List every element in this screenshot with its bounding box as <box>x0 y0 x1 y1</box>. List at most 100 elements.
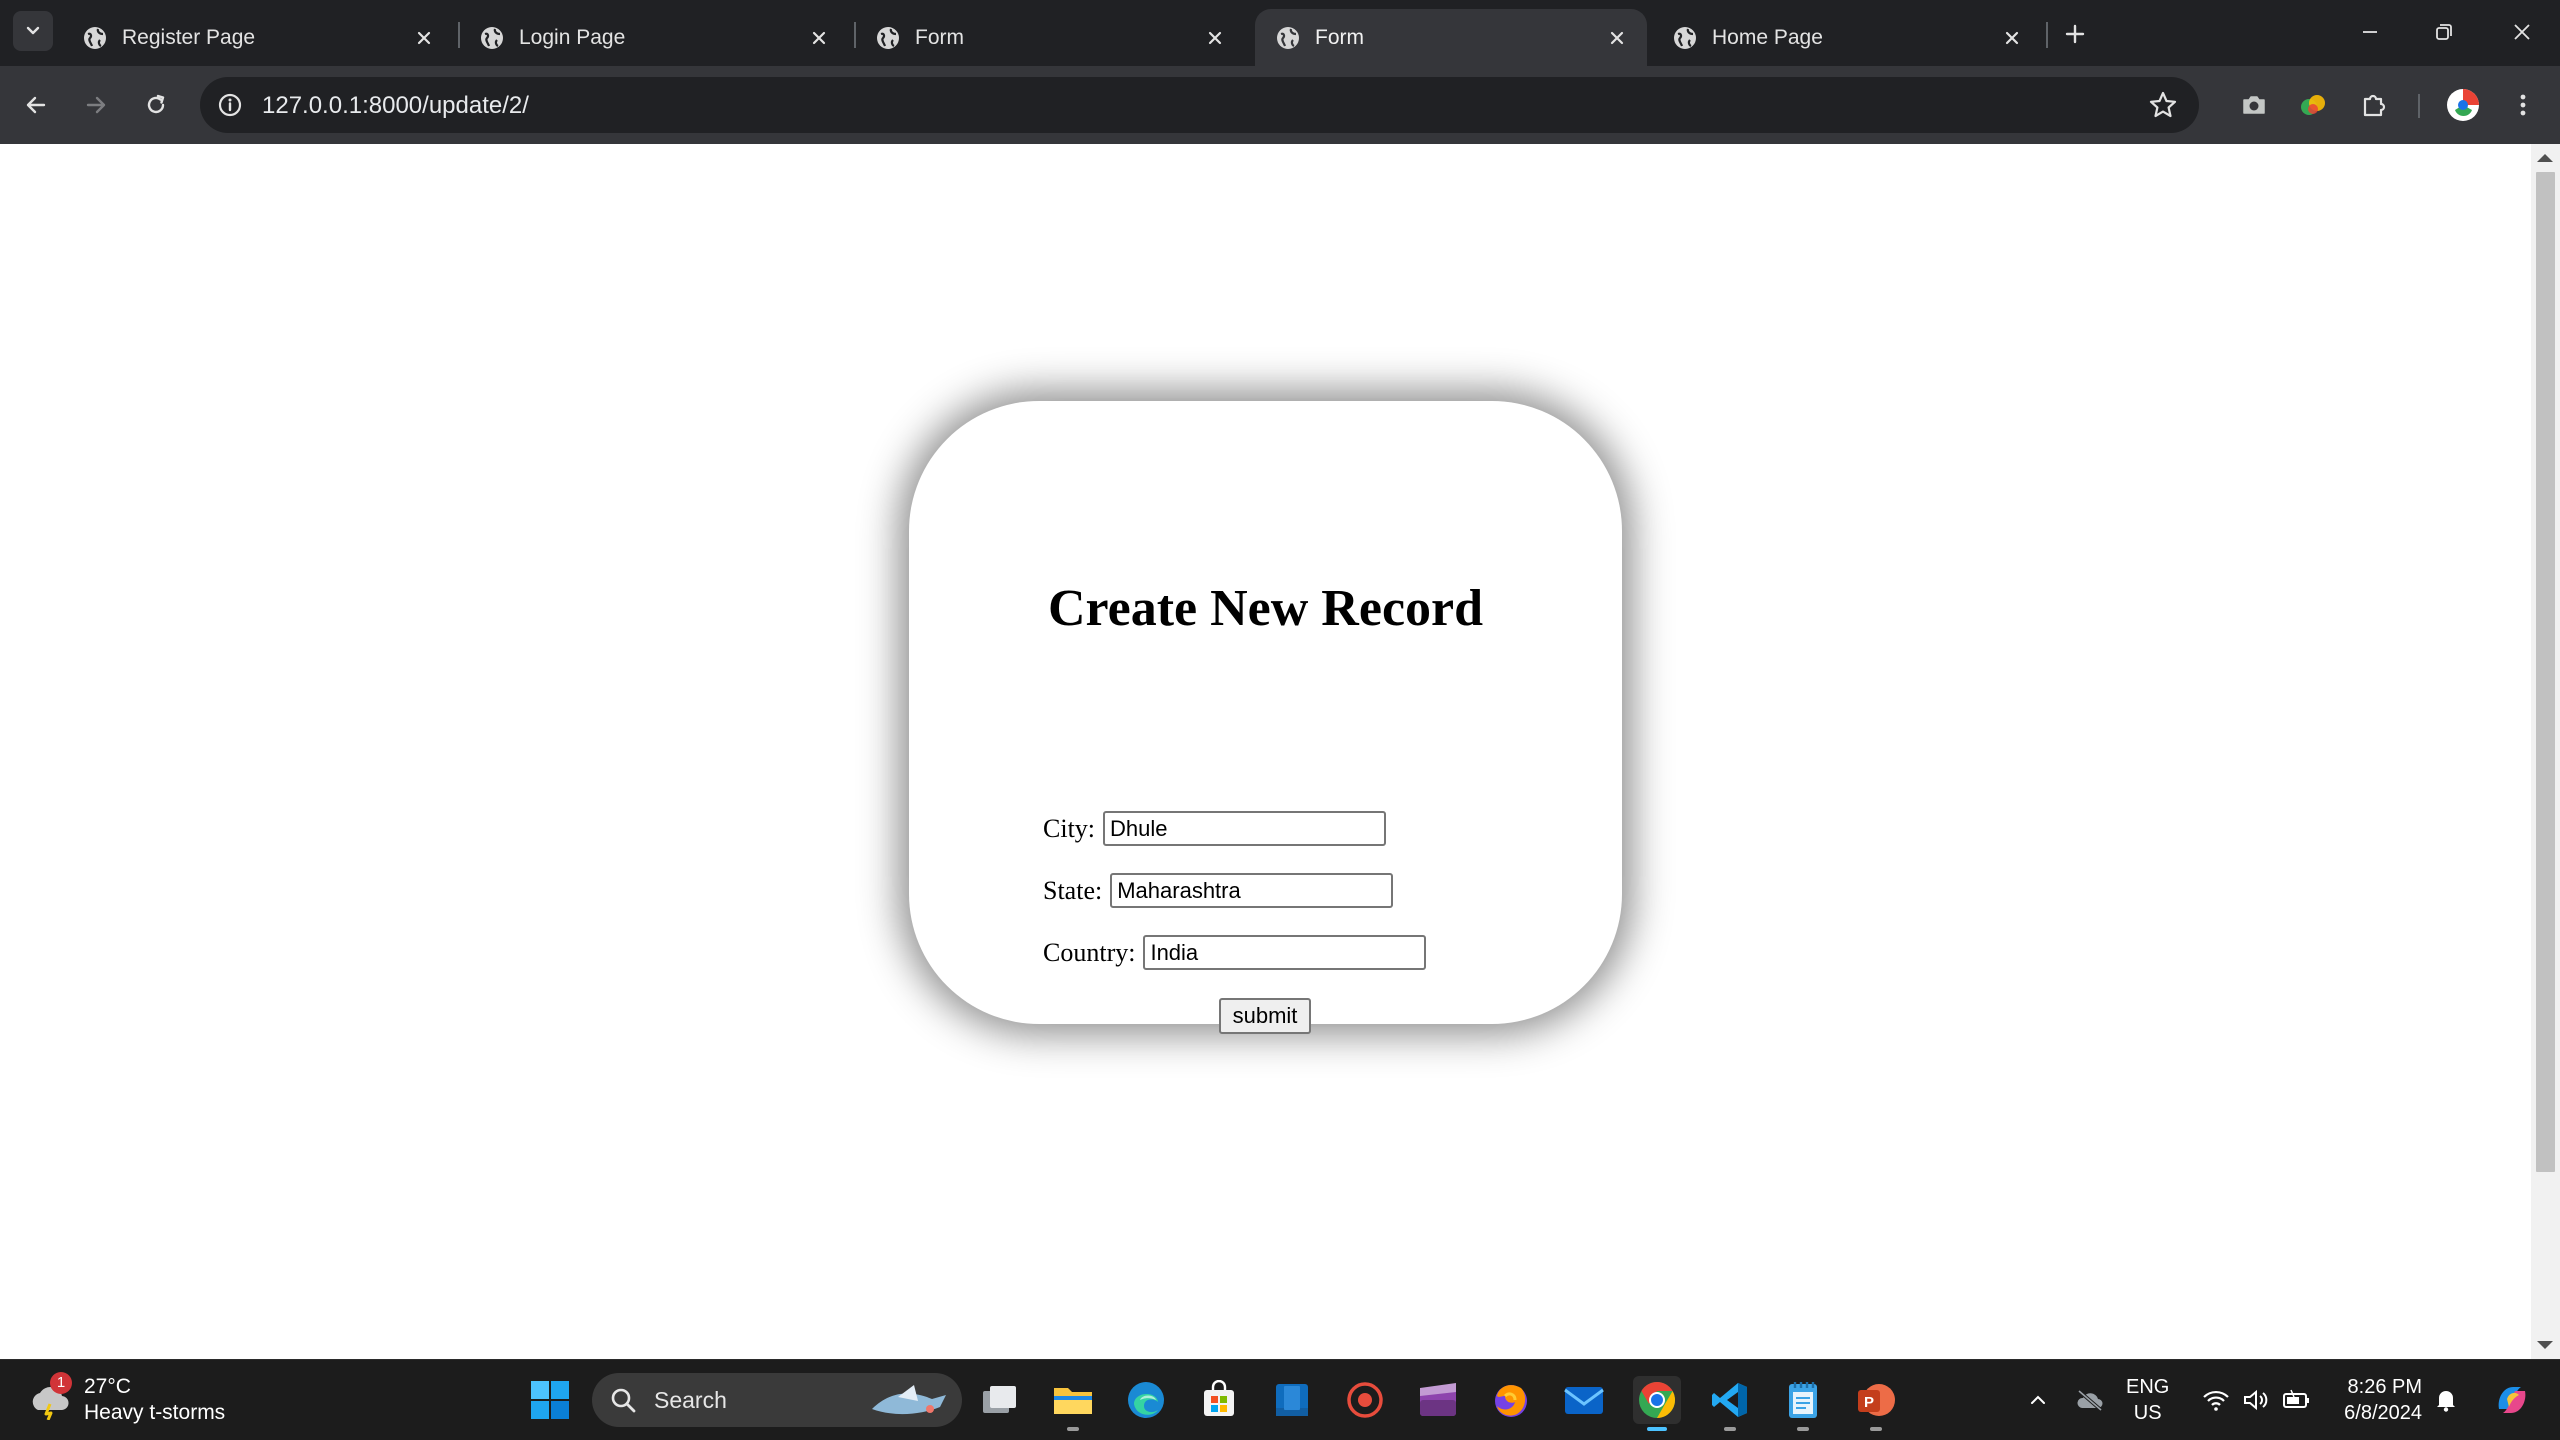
start-button[interactable] <box>530 1380 570 1420</box>
weather-alert-badge: 1 <box>50 1372 72 1394</box>
bell-icon <box>2437 1391 2455 1412</box>
forward-button[interactable] <box>74 83 118 127</box>
running-indicator <box>1870 1427 1882 1431</box>
site-info-button[interactable] <box>214 89 246 121</box>
restore-button[interactable] <box>2424 14 2464 50</box>
volume-icon <box>2244 1389 2268 1411</box>
scrollbar-thumb[interactable] <box>2536 172 2555 1172</box>
weather-condition: Heavy t-storms <box>84 1401 226 1424</box>
back-button[interactable] <box>14 83 58 127</box>
edge-browser-icon <box>1128 1382 1164 1418</box>
wifi-status[interactable] <box>2200 1384 2232 1416</box>
weather-temperature: 27°C <box>84 1375 131 1398</box>
chrome-icon <box>1639 1382 1676 1418</box>
camera-icon <box>2243 96 2265 114</box>
new-tab-button[interactable] <box>2058 17 2092 51</box>
state-row: State: <box>1043 873 1394 908</box>
globe-icon <box>481 26 503 49</box>
copilot-icon <box>2498 1387 2526 1413</box>
close-icon[interactable] <box>1203 26 1227 50</box>
chevron-down-icon <box>26 26 40 35</box>
page-title: Create New Record <box>1047 580 1484 637</box>
close-icon[interactable] <box>2000 26 2024 50</box>
close-icon[interactable] <box>807 26 831 50</box>
tab-form-active[interactable]: Form <box>1255 9 1647 66</box>
puzzle-icon <box>2363 94 2386 117</box>
globe-icon <box>1277 26 1299 49</box>
taskbar-firefox[interactable] <box>1487 1376 1535 1424</box>
scroll-up-arrow[interactable] <box>2537 154 2553 162</box>
tab-title: Register Page <box>122 25 256 49</box>
info-icon <box>218 93 242 117</box>
tab-form[interactable]: Form <box>855 9 1245 66</box>
reload-button[interactable] <box>134 83 178 127</box>
notifications-button[interactable] <box>2430 1384 2462 1416</box>
close-icon[interactable] <box>412 26 436 50</box>
taskbar-edge[interactable] <box>1122 1376 1170 1424</box>
close-window-button[interactable] <box>2502 14 2542 50</box>
powerpoint-icon: P <box>1858 1384 1895 1416</box>
page-scrollbar[interactable] <box>2531 144 2560 1359</box>
taskbar-record-app[interactable] <box>1341 1376 1389 1424</box>
volume-status[interactable] <box>2240 1384 2272 1416</box>
taskbar-powerpoint[interactable]: P <box>1852 1376 1900 1431</box>
tab-login-page[interactable]: Login Page <box>459 9 849 66</box>
country-input[interactable] <box>1143 935 1427 970</box>
taskbar-file-explorer[interactable] <box>1049 1376 1097 1431</box>
taskbar-chrome[interactable] <box>1633 1376 1681 1431</box>
onedrive-tray[interactable] <box>2074 1384 2106 1416</box>
tab-register-page[interactable]: Register Page <box>62 9 454 66</box>
tab-title: Form <box>915 25 964 49</box>
taskbar-mail[interactable] <box>1560 1376 1608 1424</box>
close-icon[interactable] <box>1605 26 1629 50</box>
extension-logo-icon <box>2301 95 2325 115</box>
taskbar-blue-app[interactable] <box>1268 1376 1316 1424</box>
country-label: Country: <box>1043 937 1136 967</box>
language-label: ENG <box>2126 1376 2170 1398</box>
extensions-button[interactable] <box>2354 85 2394 125</box>
tab-title: Home Page <box>1712 25 1823 49</box>
city-input[interactable] <box>1103 811 1387 846</box>
taskbar-vscode[interactable] <box>1706 1376 1754 1431</box>
weather-widget[interactable]: 1 27°C Heavy t-storms <box>28 1372 226 1426</box>
taskbar-clipchamp[interactable] <box>1414 1376 1462 1424</box>
scroll-down-arrow[interactable] <box>2537 1341 2553 1349</box>
tab-home-page[interactable]: Home Page <box>1652 9 2042 66</box>
tab-strip: Register Page Login Page Form Form Home … <box>0 0 2560 66</box>
system-clock[interactable]: 8:26 PM 6/8/2024 <box>2326 1374 2422 1426</box>
battery-status[interactable] <box>2280 1384 2312 1416</box>
extension-colorful[interactable] <box>2293 85 2333 125</box>
taskbar-task-view[interactable] <box>976 1376 1024 1424</box>
mail-icon <box>1564 1387 1604 1414</box>
cloud-off-icon <box>2077 1389 2103 1412</box>
clock-date: 6/8/2024 <box>2344 1402 2422 1424</box>
folder-icon <box>1054 1388 1092 1414</box>
taskbar-search[interactable]: Search <box>592 1373 962 1427</box>
taskbar-store[interactable] <box>1195 1376 1243 1424</box>
profile-button[interactable] <box>2443 85 2483 125</box>
more-vertical-icon <box>2520 94 2526 116</box>
browser-toolbar: 127.0.0.1:8000/update/2/ <box>0 66 2560 144</box>
tab-search-button[interactable] <box>13 11 53 51</box>
svg-text:P: P <box>1864 1394 1874 1411</box>
notes-app-icon <box>1276 1384 1308 1416</box>
copilot-button[interactable] <box>2490 1378 2534 1422</box>
show-hidden-icons-button[interactable] <box>2022 1384 2054 1416</box>
address-bar[interactable]: 127.0.0.1:8000/update/2/ <box>200 77 2199 133</box>
record-icon <box>1347 1382 1383 1418</box>
record-form-card: Create New Record City: State: Country: … <box>909 401 1622 1034</box>
state-input[interactable] <box>1110 873 1394 908</box>
plus-icon <box>2065 24 2085 44</box>
browser-menu-button[interactable] <box>2503 85 2543 125</box>
store-icon <box>1204 1380 1234 1416</box>
screenshot-button[interactable] <box>2234 85 2274 125</box>
notepad-icon <box>1789 1382 1817 1418</box>
input-language[interactable]: ENG US <box>2126 1374 2169 1426</box>
bookmark-star-icon[interactable] <box>2147 89 2179 121</box>
url-text[interactable]: 127.0.0.1:8000/update/2/ <box>262 92 529 120</box>
submit-button[interactable]: submit <box>1219 998 1311 1034</box>
task-view-icon <box>983 1386 1016 1413</box>
taskbar-notepad[interactable] <box>1779 1376 1827 1431</box>
minimize-button[interactable] <box>2350 14 2390 50</box>
globe-icon <box>877 26 899 49</box>
